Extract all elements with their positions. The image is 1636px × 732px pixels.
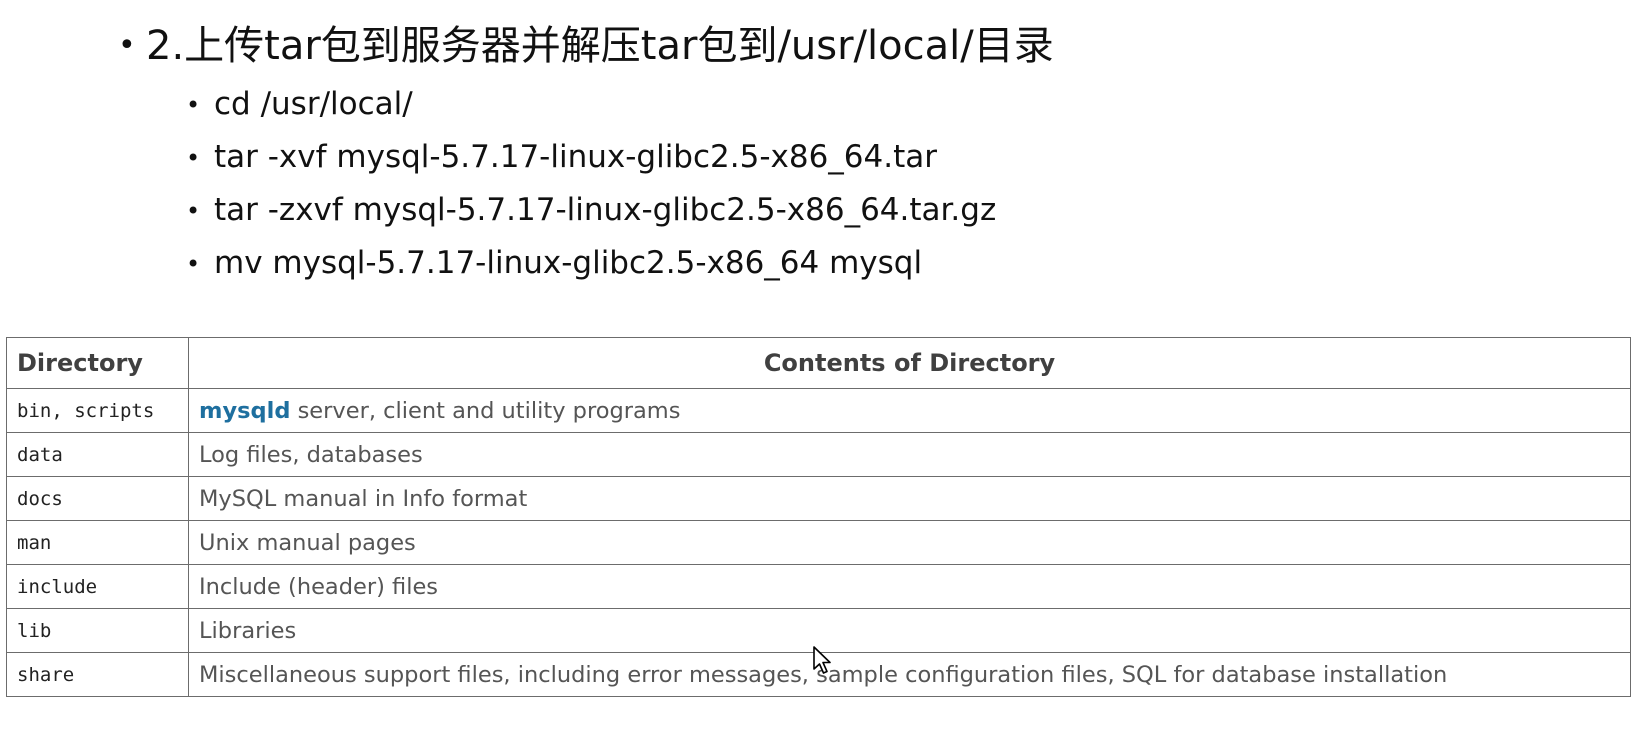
directory-cell: data: [6, 432, 189, 477]
command-item: • tar -xvf mysql-5.7.17-linux-glibc2.5-x…: [186, 131, 996, 184]
table-header-row: Directory Contents of Directory: [6, 337, 1631, 389]
table-row: bin, scripts mysqld server, client and u…: [6, 388, 1631, 433]
contents-text: server, client and utility programs: [290, 397, 681, 424]
contents-text: MySQL manual in Info format: [199, 485, 528, 512]
bullet-dot: •: [186, 143, 201, 172]
command-text: cd /usr/local/: [214, 86, 413, 122]
slide-bullets: • 2.上传tar包到服务器并解压tar包到/usr/local/目录 • cd…: [118, 8, 1598, 279]
highlight-term: mysqld: [199, 397, 291, 424]
directory-cell: lib: [6, 608, 189, 653]
bullet-dot: •: [186, 196, 201, 225]
directory-cell: bin, scripts: [6, 388, 189, 433]
command-text: tar -xvf mysql-5.7.17-linux-glibc2.5-x86…: [214, 139, 938, 175]
directory-cell: include: [6, 564, 189, 609]
table-row: man Unix manual pages: [6, 520, 1631, 565]
contents-text: Include (header) files: [199, 573, 439, 600]
column-header-directory: Directory: [6, 337, 189, 389]
table-row: data Log files, databases: [6, 432, 1631, 477]
table-row: docs MySQL manual in Info format: [6, 476, 1631, 521]
bullet-dot: •: [186, 249, 201, 278]
command-item: • mv mysql-5.7.17-linux-glibc2.5-x86_64 …: [186, 237, 996, 290]
heading-text: 2.上传tar包到服务器并解压tar包到/usr/local/目录: [146, 23, 1054, 69]
command-text: mv mysql-5.7.17-linux-glibc2.5-x86_64 my…: [214, 245, 923, 281]
contents-cell: Libraries: [188, 608, 1631, 653]
command-list: • cd /usr/local/ • tar -xvf mysql-5.7.17…: [186, 78, 996, 290]
command-item: • cd /usr/local/: [186, 78, 996, 131]
column-header-contents: Contents of Directory: [188, 337, 1631, 389]
directory-cell: docs: [6, 476, 189, 521]
directory-cell: man: [6, 520, 189, 565]
bullet-dot: •: [186, 90, 201, 119]
mouse-pointer-icon: [813, 646, 831, 674]
contents-cell: mysqld server, client and utility progra…: [188, 388, 1631, 433]
command-item: • tar -zxvf mysql-5.7.17-linux-glibc2.5-…: [186, 184, 996, 237]
contents-cell: Log files, databases: [188, 432, 1631, 477]
bullet-dot: •: [118, 28, 136, 63]
table-row: include Include (header) files: [6, 564, 1631, 609]
directory-cell: share: [6, 652, 189, 697]
heading-bullet: • 2.上传tar包到服务器并解压tar包到/usr/local/目录: [118, 8, 1598, 84]
contents-text: Unix manual pages: [199, 529, 416, 556]
contents-cell: Include (header) files: [188, 564, 1631, 609]
contents-cell: Miscellaneous support files, including e…: [188, 652, 1631, 697]
contents-cell: Unix manual pages: [188, 520, 1631, 565]
contents-cell: MySQL manual in Info format: [188, 476, 1631, 521]
contents-text: Libraries: [199, 617, 297, 644]
contents-text: Log files, databases: [199, 441, 423, 468]
command-text: tar -zxvf mysql-5.7.17-linux-glibc2.5-x8…: [214, 192, 997, 228]
directory-table: Directory Contents of Directory bin, scr…: [6, 337, 1631, 697]
